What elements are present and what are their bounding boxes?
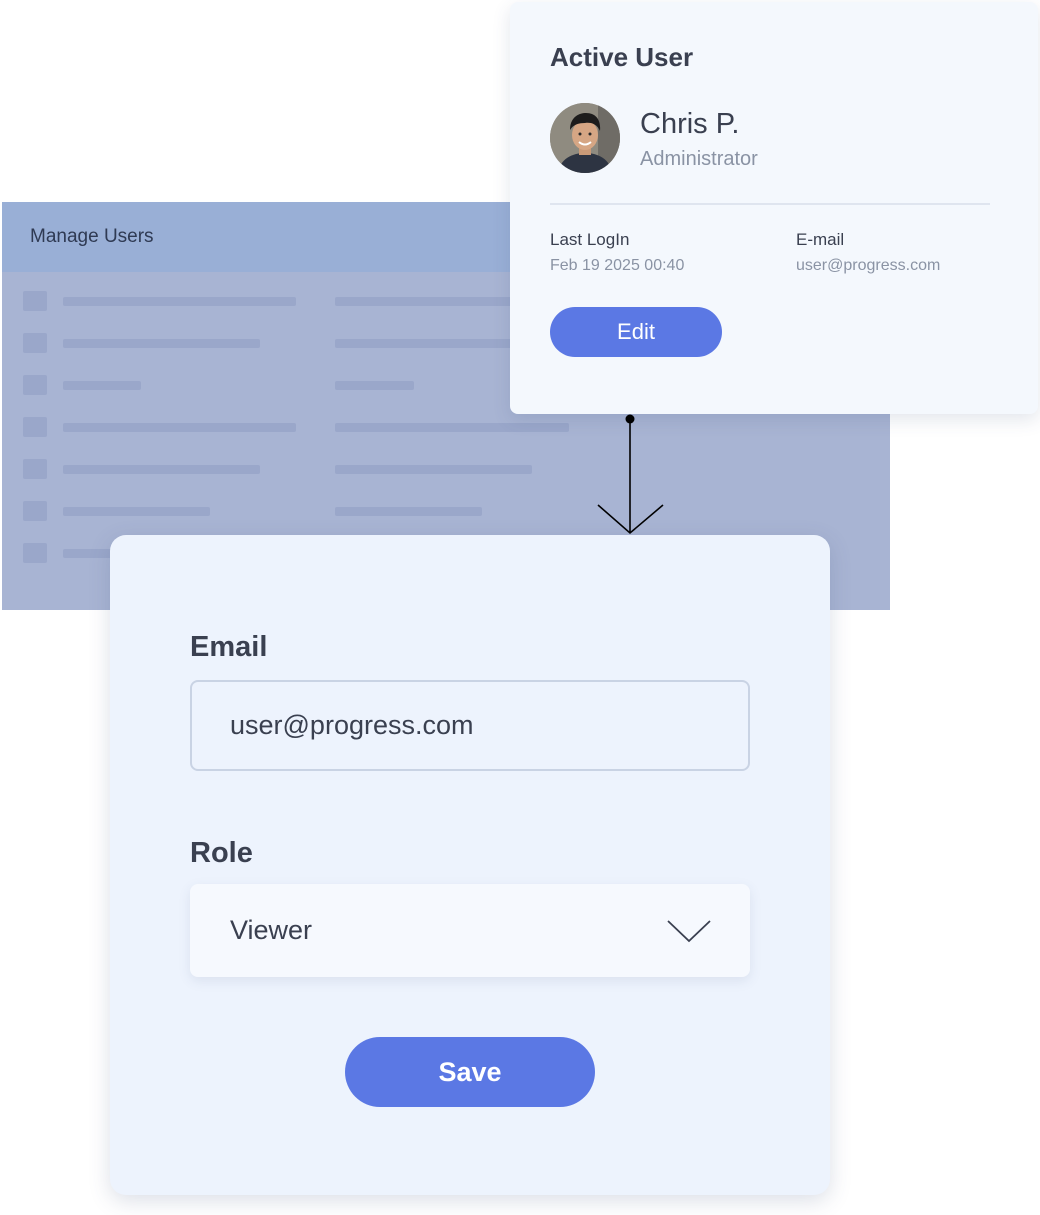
placeholder-bar [335,423,569,432]
user-name: Chris P. [640,108,740,140]
divider [550,203,990,205]
row-checkbox [23,375,47,395]
arrow-down-icon [597,414,664,535]
role-field-label: Role [190,837,253,869]
row-checkbox [23,459,47,479]
save-button-label: Save [438,1056,502,1087]
chevron-down-icon [667,920,711,943]
table-row [2,417,890,437]
email-field-label: Email [190,631,268,663]
placeholder-bar [335,507,482,516]
row-checkbox [23,417,47,437]
last-login-label: Last LogIn [550,230,630,249]
active-user-title: Active User [550,42,694,72]
avatar [550,103,620,173]
placeholder-bar [63,339,260,348]
manage-users-title: Manage Users [30,226,154,247]
placeholder-bar [63,507,210,516]
table-row [2,501,890,521]
row-checkbox [23,501,47,521]
last-login-value: Feb 19 2025 00:40 [550,257,685,274]
row-checkbox [23,291,47,311]
placeholder-bar [335,297,535,306]
role-dropdown[interactable]: Viewer [190,884,750,977]
user-photo-icon [550,103,620,173]
email-label: E-mail [796,230,845,249]
placeholder-bar [63,381,141,390]
placeholder-bar [63,465,260,474]
placeholder-bar [335,381,414,390]
role-selected-value: Viewer [230,915,313,945]
user-role: Administrator [640,148,758,170]
active-user-card: Active User Chris P. Administrator Last … [510,2,1038,414]
row-checkbox [23,333,47,353]
edit-user-form: Email Role Viewer Save [110,535,830,1195]
email-field[interactable] [190,680,750,771]
placeholder-bar [63,297,296,306]
placeholder-bar [63,423,296,432]
edit-button[interactable]: Edit [550,307,722,357]
placeholder-bar [335,339,535,348]
email-value: user@progress.com [796,257,941,274]
save-button[interactable]: Save [345,1037,595,1107]
table-row [2,459,890,479]
placeholder-bar [335,465,532,474]
row-checkbox [23,543,47,563]
edit-button-label: Edit [617,319,655,344]
